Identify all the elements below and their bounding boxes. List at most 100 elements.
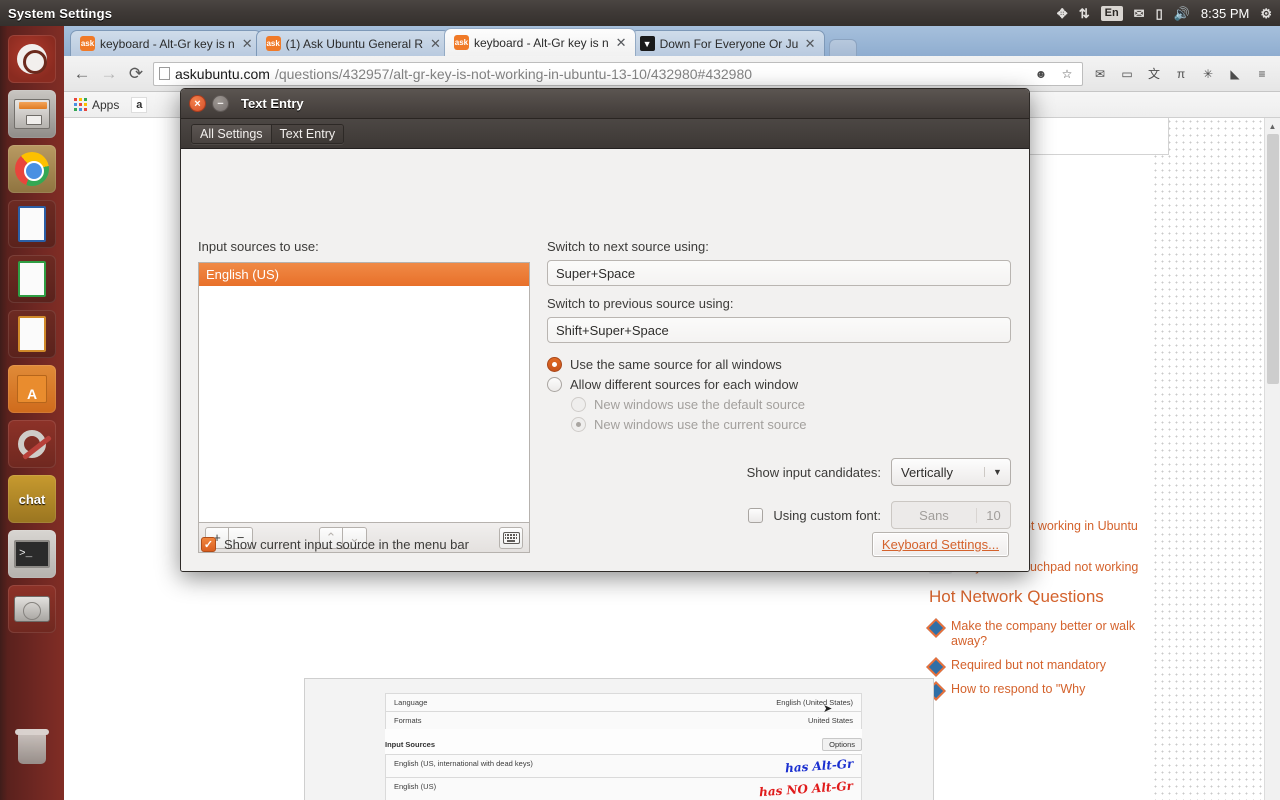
list-item[interactable]: How to respond to "Why [926,678,1169,702]
tab-close-icon[interactable]: ✕ [803,37,818,50]
askubuntu-favicon: ask [453,35,469,50]
hot-question-link[interactable]: Make the company better or walk away? [951,619,1169,650]
adblock-extension-icon[interactable]: ✳ [1198,64,1218,84]
messaging-icon[interactable]: ✉ [1134,7,1145,20]
browser-tab-4[interactable]: Down For Everyone Or Ju ✕ [629,30,825,56]
next-source-shortcut-field[interactable]: Super+Space [547,260,1011,286]
list-item-english-us[interactable]: English (US) [199,263,529,286]
keyboard-settings-button[interactable]: Keyboard Settings... [871,531,1009,557]
battery-icon[interactable]: ▯ [1156,7,1163,20]
tab-close-icon[interactable]: ✕ [240,37,255,50]
list-item[interactable]: Make the company better or walk away? [926,615,1169,654]
dialog-body: Input sources to use: English (US) + − ⌃… [181,149,1029,571]
text-entry-button[interactable]: Text Entry [271,124,344,143]
launcher-item-files[interactable] [8,90,56,138]
dialog-toolbar: All Settings Text Entry [181,119,1029,149]
mouse-cursor-icon: ➤ [823,703,833,715]
input-candidates-dropdown[interactable]: Vertically ▼ [891,458,1011,486]
chrome-menu-icon[interactable]: ≡ [1252,64,1272,84]
volume-icon[interactable]: 🔊 [1174,7,1190,20]
network-icon[interactable]: ⇅ [1079,7,1090,20]
browser-tab-2[interactable]: ask (1) Ask Ubuntu General R ✕ [255,30,450,56]
apps-grid-icon [74,98,87,111]
omnibox-actions: ☻ ☆ [1031,64,1077,84]
browser-tab-3-active[interactable]: ask keyboard - Alt-Gr key is n ✕ [443,28,636,56]
forward-button[interactable]: → [99,65,119,82]
tab-close-icon[interactable]: ✕ [428,37,443,50]
bookmark-star-icon[interactable]: ☆ [1057,64,1077,84]
launcher-item-trash[interactable] [8,725,56,773]
translate-extension-icon[interactable]: 文 [1144,64,1164,84]
all-settings-button[interactable]: All Settings [192,124,272,143]
session-gear-icon[interactable]: ⚙ [1260,7,1272,20]
show-in-menu-bar-row[interactable]: ✓ Show current input source in the menu … [201,536,469,552]
section-title: Input Sources [385,740,436,749]
tab-close-icon[interactable]: ✕ [614,36,629,49]
input-sources-panel: Input sources to use: English (US) + − ⌃… [198,239,530,553]
new-tab-button[interactable] [828,39,857,56]
radio-icon[interactable] [547,377,562,392]
tab-title: keyboard - Alt-Gr key is n [473,35,609,50]
amazon-bookmark[interactable]: a [131,96,148,113]
files-icon [14,99,50,129]
hot-question-link[interactable]: Required but not mandatory [951,658,1106,674]
dropbox-icon[interactable]: ✥ [1057,7,1068,20]
address-bar[interactable]: askubuntu.com/questions/432957/alt-gr-ke… [153,61,1083,86]
launcher-item-software-center[interactable]: A [8,365,56,413]
launcher-item-ubuntu-dash[interactable] [8,35,56,83]
minimize-icon[interactable]: − [212,95,229,112]
settings-gear-icon [18,430,46,458]
launcher-item-disks[interactable] [8,585,56,633]
next-source-label: Switch to next source using: [547,239,709,254]
launcher-item-chrome[interactable] [8,145,56,193]
apps-bookmark-label: Apps [92,97,120,112]
reload-button[interactable]: ⟳ [126,65,146,82]
source-scope-radio-group: Use the same source for all windows Allo… [547,357,1011,432]
terminal-icon: >_ [14,540,50,568]
gmail-checker-extension-icon[interactable]: ✉ [1090,64,1110,84]
table-row: Formats United States [385,711,862,729]
trash-icon [15,729,49,764]
launcher-item-xchat[interactable]: chat [8,475,56,523]
keyboard-layout-indicator[interactable]: En [1100,5,1123,21]
close-icon[interactable]: × [189,95,206,112]
radio-different-sources-each-window[interactable]: Allow different sources for each window [547,377,1011,392]
stackexchange-icon [926,656,946,677]
page-info-icon[interactable] [159,67,170,80]
top-panel: System Settings ✥ ⇅ En ✉ ▯ 🔊 8:35 PM ⚙ [0,0,1280,26]
mathjax-extension-icon[interactable]: π [1171,64,1191,84]
hot-question-link[interactable]: How to respond to "Why [951,682,1085,698]
radio-same-source-all-windows[interactable]: Use the same source for all windows [547,357,1011,372]
apps-bookmark[interactable]: Apps [74,98,119,112]
launcher-item-libreoffice-calc[interactable] [8,255,56,303]
show-in-menu-bar-checkbox[interactable]: ✓ [201,536,216,552]
radio-icon-selected[interactable] [547,357,562,372]
page-scrollbar[interactable]: ▲ [1264,118,1280,800]
launcher-item-system-settings[interactable] [8,420,56,468]
screenshot-content: Language English (United States) Formats… [385,693,862,800]
chromecast-extension-icon[interactable]: ▭ [1117,64,1137,84]
launcher-item-terminal[interactable]: >_ [8,530,56,578]
radio-label: New windows use the default source [594,397,806,412]
profile-blocked-icon[interactable]: ☻ [1031,64,1051,84]
chevron-down-icon: ▼ [984,467,1010,477]
row-label: English (US, international with dead key… [394,759,533,768]
ubuntu-extension-icon[interactable]: ◣ [1225,64,1245,84]
input-candidates-row: Show input candidates: Vertically ▼ [547,458,1011,486]
dialog-footer: ✓ Show current input source in the menu … [181,515,1029,571]
clock[interactable]: 8:35 PM [1201,6,1249,21]
input-sources-list[interactable]: English (US) [198,262,530,522]
launcher-item-libreoffice-impress[interactable] [8,310,56,358]
dialog-titlebar[interactable]: × − Text Entry [181,89,1029,119]
back-button[interactable]: ← [72,65,92,82]
radio-label: Allow different sources for each window [570,377,799,392]
scrollbar-thumb[interactable] [1267,134,1279,384]
scroll-up-icon[interactable]: ▲ [1265,118,1280,134]
browser-tab-1[interactable]: ask keyboard - Alt-Gr key is n ✕ [70,30,262,56]
list-item[interactable]: Required but not mandatory [926,654,1169,678]
unity-launcher: A chat >_ [0,26,64,800]
xchat-icon: chat [18,491,46,507]
launcher-item-libreoffice-writer[interactable] [8,200,56,248]
previous-source-shortcut-field[interactable]: Shift+Super+Space [547,317,1011,343]
row-value: United States [807,716,853,725]
